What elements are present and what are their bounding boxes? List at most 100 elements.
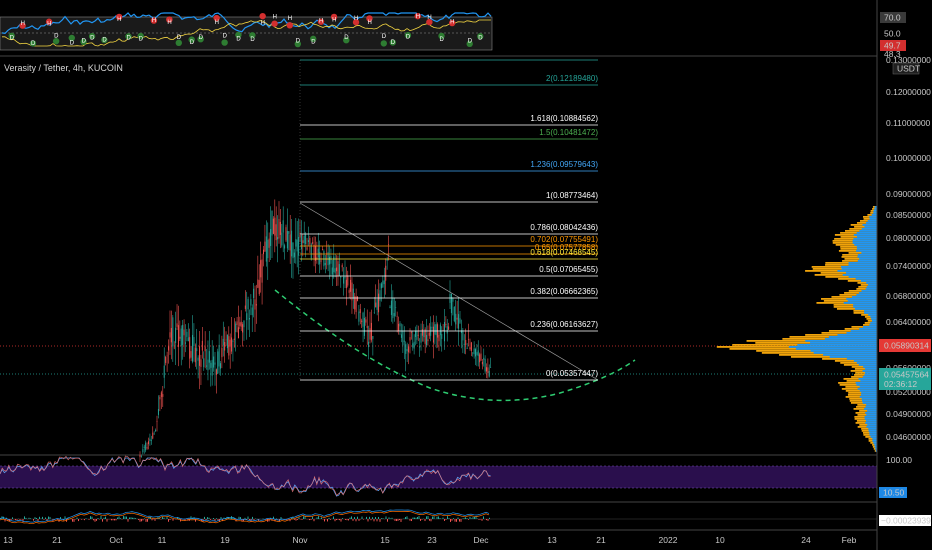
macd-pane[interactable] [0, 509, 877, 525]
candle [363, 317, 365, 336]
macd-histogram-bar [390, 518, 391, 519]
fib-level-label: 0.382(0.06662365) [530, 287, 598, 296]
vp-bar-blue [869, 324, 877, 326]
candle [376, 299, 378, 310]
candle [314, 246, 316, 261]
macd-histogram-bar [414, 517, 415, 519]
vp-bar-blue [856, 246, 877, 248]
macd-histogram-bar [391, 517, 393, 519]
vp-bar-blue [848, 262, 877, 264]
vp-bar-blue [870, 322, 877, 324]
candle [225, 339, 227, 341]
macd-histogram-bar [487, 519, 489, 521]
macd-histogram-bar [442, 517, 444, 519]
chart-canvas[interactable]: DHDHDD DD DHD DH HDDDHDD DHH HD DH HDHHDDDH HDHD D… [0, 0, 932, 550]
rsi-pane[interactable] [0, 455, 877, 497]
osc-marker-label: D [440, 37, 445, 43]
macd-histogram-bar [469, 516, 471, 519]
fib-level-label: 0(0.05357447) [546, 369, 598, 378]
vp-bar-blue [853, 234, 877, 236]
macd-histogram-bar [481, 519, 483, 521]
vp-bar-blue [873, 212, 877, 214]
candle [152, 432, 154, 439]
candle [382, 280, 384, 288]
macd-histogram-bar [172, 519, 174, 521]
macd-histogram-bar [396, 519, 397, 522]
macd-histogram-bar [454, 519, 456, 522]
macd-histogram-bar [36, 517, 37, 519]
macd-histogram-bar [168, 519, 169, 522]
macd-histogram-bar [33, 519, 34, 521]
price-axis[interactable]: 70.050.049.748.30.13000000USDT0.12000000… [876, 0, 932, 550]
macd-histogram-bar [478, 519, 480, 520]
macd-histogram-bar [115, 519, 117, 521]
candle [426, 334, 428, 346]
macd-histogram-bar [138, 519, 139, 520]
vp-bar-blue [868, 314, 877, 316]
price-pane[interactable] [0, 55, 932, 531]
vp-bar-blue [846, 332, 877, 334]
macd-histogram-bar [42, 516, 43, 519]
candle [275, 224, 277, 241]
macd-histogram-bar [483, 516, 484, 519]
candle [419, 346, 421, 348]
macd-histogram-bar [330, 519, 331, 520]
macd-histogram-bar [309, 519, 310, 521]
macd-histogram-bar [421, 519, 423, 520]
vp-bar-blue [872, 438, 877, 440]
macd-histogram-bar [217, 519, 219, 521]
candle [153, 433, 155, 435]
macd-histogram-bar [451, 519, 453, 521]
price-tick: 0.10000000 [886, 153, 931, 163]
candle [385, 265, 387, 281]
candle [345, 279, 347, 289]
vp-bar-blue [868, 430, 877, 432]
macd-histogram-bar [348, 519, 349, 521]
trading-chart[interactable]: DHDHDDDDDHDDHHDDDHDDDHHHDDHHDHHDDDHHDHDD… [0, 0, 932, 550]
fib-level-label: 1.5(0.10481472) [539, 128, 598, 137]
candle [183, 329, 185, 336]
vp-bar-blue [871, 318, 877, 320]
osc-marker-label: D [82, 39, 87, 45]
currency-badge[interactable]: USDT [897, 64, 920, 74]
candle [352, 288, 354, 299]
macd-histogram-bar [463, 518, 465, 519]
macd-histogram-bar [169, 519, 171, 520]
vp-bar-blue [865, 420, 877, 422]
macd-histogram-bar [379, 519, 381, 522]
candle [298, 237, 300, 256]
vp-bar-blue [859, 328, 877, 330]
last-price-label: 0.05890314 [884, 341, 929, 351]
fib-level-label: 0.236(0.06163627) [530, 320, 598, 329]
candle [389, 306, 391, 308]
candle [399, 323, 401, 327]
vp-bar-blue [868, 284, 877, 286]
candle [483, 357, 485, 360]
candle [261, 259, 263, 283]
candle [350, 279, 352, 292]
candle [368, 341, 370, 348]
fibonacci-extension[interactable]: 2(0.12189480) 1.618(0.10884562) 1.5(0.1048… [299, 59, 598, 381]
candle [155, 430, 157, 431]
vp-bar-blue [859, 386, 877, 388]
vp-bar-blue [837, 270, 877, 272]
time-axis[interactable]: 13 21 Oct 11 19 Nov 15 23 Dec 13 21 2022 10 24 Feb [3, 535, 856, 545]
rsi-band [0, 466, 877, 488]
osc-marker-label: D [199, 35, 204, 41]
vp-bar-blue [841, 266, 877, 268]
candle [246, 313, 248, 321]
macd-histogram-bar [372, 517, 373, 519]
vp-bar-blue [857, 256, 877, 258]
vp-bar-blue [853, 360, 877, 362]
candle [393, 313, 395, 317]
macd-histogram-bar [78, 519, 79, 522]
candle [445, 323, 447, 326]
fib-level-label: 2(0.12189480) [546, 74, 598, 83]
candle [148, 441, 149, 445]
candle [263, 249, 264, 255]
candle [288, 231, 290, 234]
osc-marker-label: D [90, 36, 95, 42]
candle [487, 367, 489, 374]
rounding-bottom-curve[interactable] [274, 289, 636, 402]
top-oscillator-pane[interactable]: DHDHDD DD DHD DH HDDDHDD DHH HD DH HDHHDDDH HDHD D [0, 12, 493, 51]
